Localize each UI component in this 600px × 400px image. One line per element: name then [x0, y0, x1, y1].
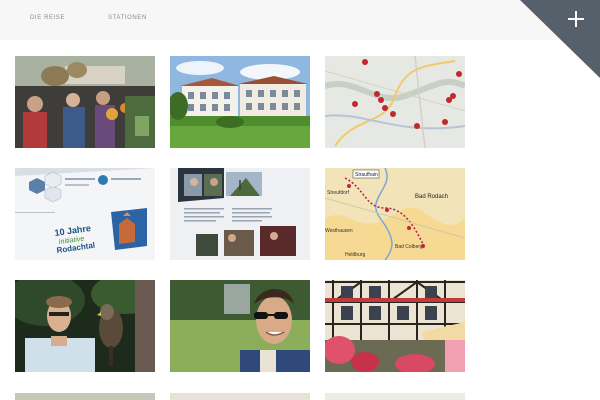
gallery-tile-partial[interactable] — [15, 393, 155, 400]
route-map-photo — [325, 56, 465, 148]
gallery-tile-partial[interactable] — [170, 393, 310, 400]
gallery-tile-man-sunglasses[interactable] — [170, 280, 310, 372]
gallery-tile-brochure-spread[interactable] — [170, 168, 310, 260]
gallery-tile-hotel-building[interactable] — [170, 56, 310, 148]
gallery-tile-timber-frame-house[interactable] — [325, 280, 465, 372]
man-sunglasses-photo — [170, 280, 310, 372]
nav-link-die-reise[interactable]: DIE REISE — [30, 15, 65, 21]
map-label-westhausen: Westhausen — [325, 228, 353, 234]
corner-triangle — [520, 0, 600, 78]
top-navigation-bar: DIE REISE STATIONEN — [0, 0, 600, 40]
corner-menu-tab[interactable] — [520, 0, 600, 78]
brochure-cover-photo: 10 Jahre Initiative Rodachtal — [15, 168, 155, 260]
gallery-tile-partial[interactable] — [325, 393, 465, 400]
timber-frame-house-photo — [325, 280, 465, 372]
gallery-tile-route-map-pins[interactable] — [325, 56, 465, 148]
map-label-straufhain: Straufhain — [355, 172, 378, 178]
gallery-tile-region-map-route[interactable]: Straufhain Streufdorf Bad Rodach Westhau… — [325, 168, 465, 260]
photo-gallery-grid: 10 Jahre Initiative Rodachtal Straufhain… — [15, 56, 465, 372]
map-label-streufdorf: Streufdorf — [327, 190, 350, 196]
map-label-heldburg: Heldburg — [345, 252, 366, 258]
hotel-building-photo — [170, 56, 310, 148]
plus-icon[interactable] — [566, 9, 586, 29]
brochure-spread-photo — [170, 168, 310, 260]
gallery-tile-brochure-cover[interactable]: 10 Jahre Initiative Rodachtal — [15, 168, 155, 260]
map-label-bad-rodach: Bad Rodach — [415, 194, 448, 200]
gallery-tile-market-crowd[interactable] — [15, 56, 155, 148]
market-crowd-photo — [15, 56, 155, 148]
man-with-falcon-photo — [15, 280, 155, 372]
map-label-bad-colberg: Bad Colberg — [395, 244, 423, 250]
gallery-tile-man-with-falcon[interactable] — [15, 280, 155, 372]
gallery-next-row — [15, 393, 465, 400]
nav-link-stationen[interactable]: STATIONEN — [108, 15, 147, 21]
region-map-photo: Straufhain Streufdorf Bad Rodach Westhau… — [325, 168, 465, 260]
